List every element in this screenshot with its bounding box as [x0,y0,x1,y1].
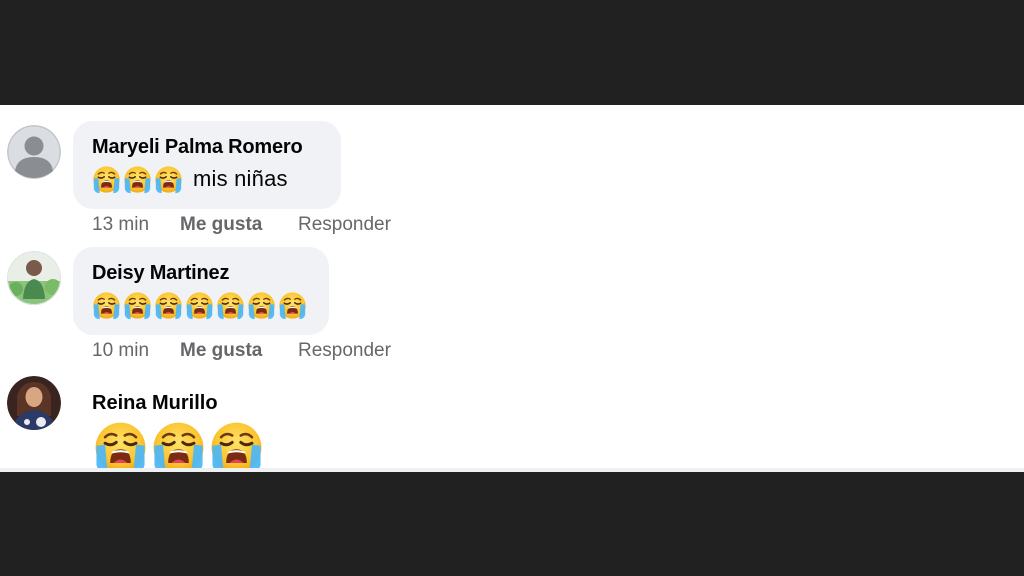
loudly-crying-face-icon [185,291,214,320]
loudly-crying-face-icon [247,291,276,320]
loudly-crying-face-icon [123,165,152,194]
user-photo-avatar [7,251,61,305]
loudly-crying-face-icon [278,291,307,320]
loudly-crying-face-icon [92,165,121,194]
loudly-crying-face-icon [123,291,152,320]
avatar[interactable] [7,376,61,430]
comments-panel: Maryeli Palma Romero mis niñas 13 min Me… [0,105,1024,472]
comment-text: mis niñas [193,166,288,191]
reply-button[interactable]: Responder [298,340,391,362]
comment-bubble: Maryeli Palma Romero mis niñas [73,121,341,209]
comment-body [93,420,267,472]
comment-timestamp[interactable]: 13 min [92,214,149,236]
comment-timestamp[interactable]: 10 min [92,340,149,362]
avatar[interactable] [7,251,61,305]
reply-button[interactable]: Responder [298,214,391,236]
screenshot-frame: Maryeli Palma Romero mis niñas 13 min Me… [0,0,1024,576]
default-user-icon [7,125,61,179]
loudly-crying-face-icon [216,291,245,320]
comment-body [92,289,309,321]
loudly-crying-face-icon [93,420,148,472]
comment-author[interactable]: Deisy Martinez [92,260,309,286]
like-button[interactable]: Me gusta [180,214,262,236]
loudly-crying-face-icon [209,420,264,472]
loudly-crying-face-icon [92,291,121,320]
user-photo-avatar [7,376,61,430]
loudly-crying-face-icon [154,291,183,320]
comment-bubble: Deisy Martinez [73,247,329,335]
comment-author[interactable]: Reina Murillo [92,392,218,415]
loudly-crying-face-icon [151,420,206,472]
loudly-crying-face-icon [154,165,183,194]
comment-author[interactable]: Maryeli Palma Romero [92,134,321,160]
comment-body: mis niñas [92,163,321,195]
avatar[interactable] [7,125,61,179]
like-button[interactable]: Me gusta [180,340,262,362]
